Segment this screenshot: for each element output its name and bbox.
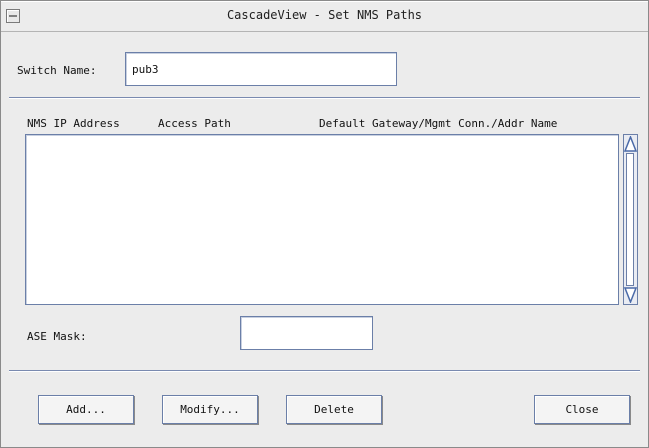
column-header-default-gateway: Default Gateway/Mgmt Conn./Addr Name	[319, 117, 558, 130]
switch-name-label: Switch Name:	[17, 64, 97, 77]
delete-button[interactable]: Delete	[286, 395, 382, 424]
switch-name-field[interactable]	[125, 52, 397, 86]
title-bar[interactable]: CascadeView - Set NMS Paths	[1, 1, 648, 32]
list-scrollbar[interactable]	[623, 134, 638, 305]
close-button[interactable]: Close	[534, 395, 630, 424]
title-bar-bevel	[1, 1, 648, 2]
set-nms-paths-window: CascadeView - Set NMS Paths Switch Name:…	[0, 0, 649, 448]
scroll-down-arrow-icon[interactable]	[624, 287, 637, 303]
column-header-access-path: Access Path	[158, 117, 231, 130]
separator-bottom	[9, 370, 640, 372]
ase-mask-label: ASE Mask:	[27, 330, 87, 343]
add-button[interactable]: Add...	[38, 395, 134, 424]
scroll-up-arrow-icon[interactable]	[624, 136, 637, 152]
separator-top	[9, 97, 640, 99]
window-title: CascadeView - Set NMS Paths	[226, 8, 423, 22]
modify-button[interactable]: Modify...	[162, 395, 258, 424]
ase-mask-field[interactable]	[240, 316, 373, 350]
nms-paths-list[interactable]	[25, 134, 619, 305]
scroll-track[interactable]	[626, 153, 634, 286]
column-header-nms-ip-address: NMS IP Address	[27, 117, 120, 130]
